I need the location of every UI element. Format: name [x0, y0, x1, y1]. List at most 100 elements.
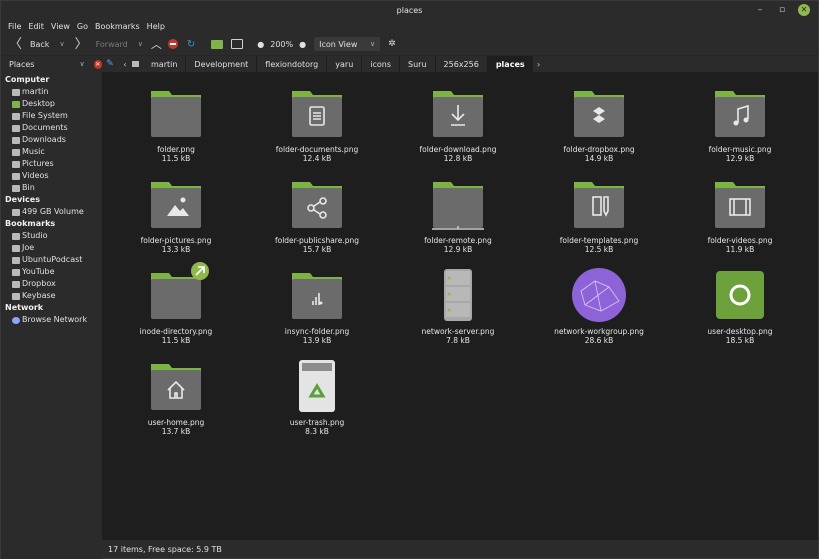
file-item[interactable]: folder-music.png 12.9 kB — [670, 85, 810, 163]
edit-path-icon[interactable]: ✎ — [102, 56, 118, 72]
sidebar-item-keybase[interactable]: Keybase — [1, 290, 102, 302]
menu-help[interactable]: Help — [147, 22, 165, 31]
sidebar-item-pictures[interactable]: Pictures — [1, 158, 102, 170]
file-name: network-server.png — [421, 327, 495, 336]
chevron-down-icon[interactable]: ∨ — [79, 60, 84, 68]
file-name: folder-download.png — [419, 145, 497, 154]
crumb-places[interactable]: places — [486, 56, 533, 72]
stop-icon[interactable] — [167, 39, 178, 49]
home-icon — [148, 358, 204, 414]
file-item[interactable]: folder-publicshare.png 15.7 kB — [247, 176, 387, 254]
sidebar-item-label: martin — [22, 87, 49, 96]
file-item[interactable]: folder.png 11.5 kB — [106, 85, 246, 163]
file-item[interactable]: folder-pictures.png 13.3 kB — [106, 176, 246, 254]
sidebar-item-499-gb-volume[interactable]: 499 GB Volume — [1, 206, 102, 218]
back-button[interactable]: 〈 Back ∨ — [9, 38, 65, 51]
file-item[interactable]: folder-remote.png 12.9 kB — [388, 176, 528, 254]
forward-button[interactable]: 〉 Forward ∨ — [75, 38, 143, 51]
file-manager-window: places – ▫ ✕ File Edit View Go Bookmarks… — [0, 0, 819, 559]
sidebar-item-ubuntupodcast[interactable]: UbuntuPodcast — [1, 254, 102, 266]
folder-icon — [12, 148, 20, 156]
folder-icon — [12, 292, 20, 300]
file-item[interactable]: folder-download.png 12.8 kB — [388, 85, 528, 163]
sidebar-item-desktop[interactable]: Desktop — [1, 98, 102, 110]
drive-icon — [12, 112, 20, 120]
sidebar-item-music[interactable]: Music — [1, 146, 102, 158]
inode-icon — [148, 262, 209, 323]
view-mode-select[interactable]: Icon View ∨ — [314, 37, 381, 51]
reload-icon[interactable]: ↻ — [187, 39, 195, 50]
file-item[interactable]: folder-videos.png 11.9 kB — [670, 176, 810, 254]
back-history-dropdown[interactable]: ∨ — [59, 40, 64, 48]
zoom-out-icon[interactable]: ● — [257, 40, 264, 49]
sidebar-item-downloads[interactable]: Downloads — [1, 134, 102, 146]
path-scroll-left-icon[interactable]: ‹ — [118, 60, 132, 69]
file-item[interactable]: user-desktop.png 18.5 kB — [670, 267, 810, 345]
crumb-yaru[interactable]: yaru — [326, 56, 361, 72]
crumb-martin[interactable]: martin — [143, 56, 185, 72]
sidebar-item-browse-network[interactable]: Browse Network — [1, 314, 102, 326]
sidebar-item-label: File System — [22, 111, 68, 120]
sidebar-item-studio[interactable]: Studio — [1, 230, 102, 242]
sidebar-mode-label[interactable]: Places — [9, 60, 34, 69]
crumb-flexiondotorg[interactable]: flexiondotorg — [256, 56, 326, 72]
close-button[interactable]: ✕ — [798, 4, 810, 16]
menu-edit[interactable]: Edit — [28, 22, 44, 31]
crumb-suru[interactable]: Suru — [399, 56, 435, 72]
minimize-button[interactable]: – — [754, 4, 766, 16]
titlebar[interactable]: places – ▫ ✕ — [1, 1, 818, 19]
file-item[interactable]: folder-dropbox.png 14.9 kB — [529, 85, 669, 163]
crumb-development[interactable]: Development — [185, 56, 256, 72]
file-name: insync-folder.png — [284, 327, 350, 336]
home-icon — [132, 61, 139, 67]
file-item[interactable]: folder-documents.png 12.4 kB — [247, 85, 387, 163]
forward-history-dropdown[interactable]: ∨ — [138, 40, 143, 48]
file-item[interactable]: network-server.png 7.8 kB — [388, 267, 528, 345]
file-item[interactable]: insync-folder.png 13.9 kB — [247, 267, 387, 345]
maximize-button[interactable]: ▫ — [776, 4, 788, 16]
sidebar-item-label: Music — [22, 147, 45, 156]
file-size: 11.5 kB — [161, 336, 191, 345]
file-size: 12.9 kB — [443, 245, 473, 254]
documents-icon — [289, 85, 345, 141]
sidebar-section-devices: Devices — [5, 195, 40, 204]
zoom-in-icon[interactable]: ● — [299, 40, 306, 49]
sidebar-item-label: Dropbox — [22, 279, 56, 288]
home-folder-icon[interactable] — [211, 39, 224, 49]
menu-file[interactable]: File — [8, 22, 21, 31]
sidebar-section-bookmarks: Bookmarks — [5, 219, 56, 228]
sidebar-item-videos[interactable]: Videos — [1, 170, 102, 182]
file-item[interactable]: network-workgroup.png 28.6 kB — [529, 267, 669, 345]
sidebar-item-file-system[interactable]: File System — [1, 110, 102, 122]
file-item[interactable]: folder-templates.png 12.5 kB — [529, 176, 669, 254]
path-bar: ✎ ‹ martin Development flexiondotorg yar… — [102, 56, 818, 72]
sidebar-item-label: Videos — [22, 171, 49, 180]
sidebar-item-documents[interactable]: Documents — [1, 122, 102, 134]
settings-gear-icon[interactable]: ✲ — [388, 39, 396, 49]
menu-view[interactable]: View — [51, 22, 70, 31]
menu-bookmarks[interactable]: Bookmarks — [95, 22, 140, 31]
music-icon — [712, 85, 768, 141]
sidebar-item-label: Joe — [22, 243, 35, 252]
sidebar-item-youtube[interactable]: YouTube — [1, 266, 102, 278]
sidebar-item-martin[interactable]: martin — [1, 86, 102, 98]
window-controls: – ▫ ✕ — [754, 4, 810, 16]
file-name: folder-pictures.png — [140, 236, 212, 245]
menu-go[interactable]: Go — [77, 22, 88, 31]
chevron-left-icon: 〈 — [9, 36, 23, 52]
insync-icon — [289, 267, 345, 323]
crumb-icons[interactable]: icons — [361, 56, 399, 72]
sidebar-item-bin[interactable]: Bin — [1, 182, 102, 194]
file-item[interactable]: user-home.png 13.7 kB — [106, 358, 246, 436]
close-sidebar-icon[interactable]: ✕ — [93, 59, 102, 69]
icon-view[interactable]: folder.png 11.5 kB folder-documents.png 12.… — [102, 72, 818, 540]
sidebar-item-dropbox[interactable]: Dropbox — [1, 278, 102, 290]
file-item[interactable]: user-trash.png 8.3 kB — [247, 358, 387, 436]
file-item[interactable]: inode-directory.png 11.5 kB — [106, 262, 246, 345]
crumb-256x256[interactable]: 256x256 — [434, 56, 487, 72]
up-arrow-icon[interactable]: ︿ — [151, 36, 162, 52]
computer-icon[interactable] — [231, 39, 244, 49]
path-scroll-right-icon[interactable]: › — [533, 60, 545, 69]
sidebar-item-joe[interactable]: Joe — [1, 242, 102, 254]
toolbar: 〈 Back ∨ 〉 Forward ∨ ︿ ↻ ● 200% ● Icon V… — [1, 33, 818, 55]
